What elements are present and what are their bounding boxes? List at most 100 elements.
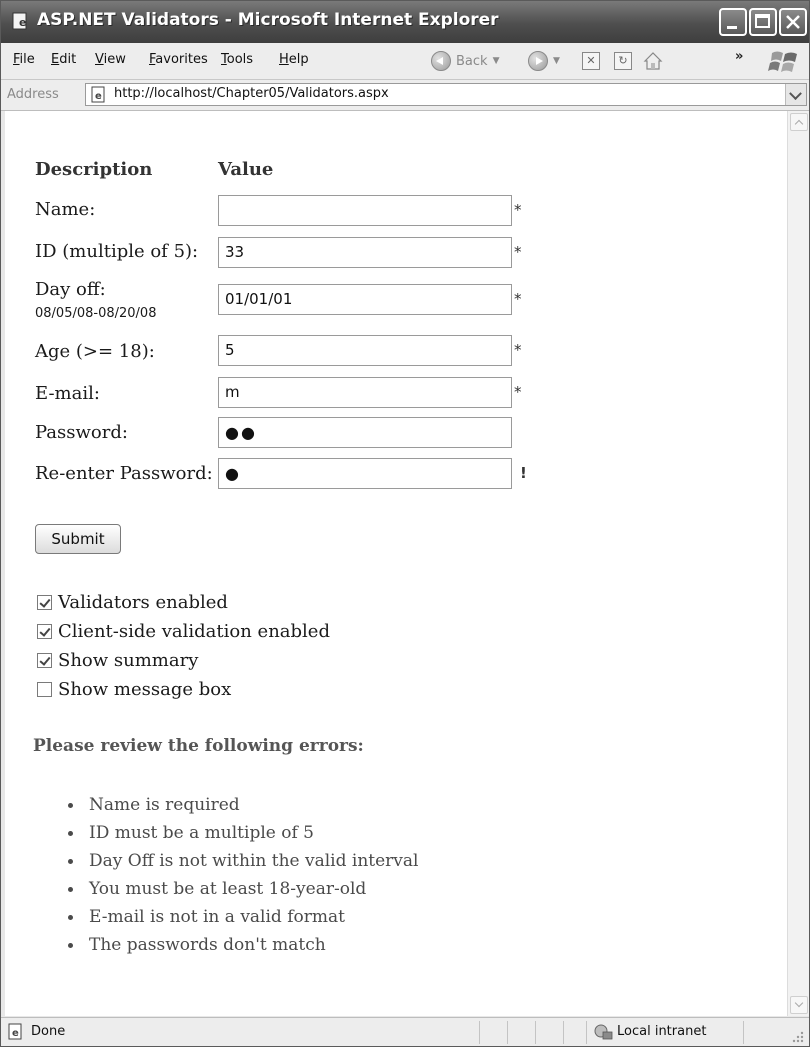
option-label: Show message box — [58, 679, 232, 700]
resize-grip-icon[interactable] — [791, 1030, 805, 1044]
option-client-side-validation[interactable]: Client-side validation enabled — [37, 621, 330, 642]
menu-view[interactable]: View — [95, 52, 126, 67]
option-validators-enabled[interactable]: Validators enabled — [37, 592, 228, 613]
maximize-button[interactable] — [749, 8, 777, 36]
error-item: Day Off is not within the valid interval — [65, 849, 418, 877]
ie-page-icon: e — [91, 86, 105, 103]
option-label: Validators enabled — [58, 592, 228, 613]
address-input[interactable]: e http://localhost/Chapter05/Validators.… — [85, 83, 807, 106]
home-icon[interactable] — [642, 50, 664, 72]
reenter-password-label: Re-enter Password: — [35, 463, 213, 484]
password-input[interactable]: ●● — [218, 417, 512, 448]
dayoff-validator: * — [514, 290, 522, 308]
checkbox-show-message-box[interactable] — [37, 682, 52, 697]
title-bar: e ASP.NET Validators - Microsoft Interne… — [1, 1, 809, 43]
window-title: ASP.NET Validators - Microsoft Internet … — [37, 10, 499, 30]
security-zone: Local intranet — [617, 1024, 707, 1039]
password-label: Password: — [35, 422, 128, 443]
page-content: Description Value Name: * ID (multiple o… — [5, 111, 787, 1016]
address-bar: Address e http://localhost/Chapter05/Val… — [1, 80, 809, 111]
option-label: Show summary — [58, 650, 199, 671]
local-intranet-icon — [594, 1024, 613, 1040]
id-input[interactable]: 33 — [218, 237, 512, 268]
dayoff-input[interactable]: 01/01/01 — [218, 284, 512, 315]
back-button[interactable]: Back ▼ — [431, 48, 499, 74]
validation-summary-title: Please review the following errors: — [33, 736, 364, 756]
scroll-up-icon[interactable] — [790, 113, 808, 131]
status-bar: e Done Local intranet — [1, 1017, 809, 1046]
dayoff-range: 08/05/08-08/20/08 — [35, 306, 157, 321]
scroll-down-icon[interactable] — [790, 996, 808, 1014]
vertical-scrollbar[interactable] — [787, 111, 809, 1016]
address-label: Address — [7, 87, 59, 102]
back-dropdown-icon[interactable]: ▼ — [493, 56, 500, 66]
email-label: E-mail: — [35, 383, 100, 404]
value-header: Value — [218, 159, 274, 180]
error-item: The passwords don't match — [65, 933, 418, 961]
svg-text:e: e — [12, 1028, 19, 1039]
age-input[interactable]: 5 — [218, 335, 512, 366]
page-done-icon: e — [8, 1023, 22, 1040]
browser-window: e ASP.NET Validators - Microsoft Interne… — [0, 0, 810, 1047]
forward-arrow-icon — [528, 51, 548, 71]
checkbox-client-side-validation[interactable] — [37, 624, 52, 639]
refresh-button[interactable]: ↻ — [614, 52, 632, 70]
option-label: Client-side validation enabled — [58, 621, 330, 642]
svg-text:e: e — [95, 91, 102, 102]
menu-help[interactable]: Help — [279, 52, 309, 67]
forward-button[interactable]: ▼ — [528, 48, 560, 74]
password-compare-validator: ! — [520, 464, 527, 482]
age-label: Age (>= 18): — [35, 341, 155, 362]
description-header: Description — [35, 159, 153, 180]
status-divider — [535, 1021, 536, 1044]
menu-favorites[interactable]: Favorites — [149, 52, 208, 67]
error-item: ID must be a multiple of 5 — [65, 821, 418, 849]
status-divider — [479, 1021, 480, 1044]
id-validator: * — [514, 243, 522, 261]
windows-logo-icon — [768, 51, 797, 72]
status-divider — [563, 1021, 564, 1044]
svg-text:e: e — [19, 16, 26, 29]
toolbar-overflow-icon[interactable]: » — [735, 49, 743, 64]
status-text: Done — [31, 1024, 66, 1039]
checkbox-validators-enabled[interactable] — [37, 595, 52, 610]
ie-page-icon: e — [12, 12, 27, 30]
option-show-message-box[interactable]: Show message box — [37, 679, 231, 700]
menu-file[interactable]: File — [13, 52, 35, 67]
address-url: http://localhost/Chapter05/Validators.as… — [114, 86, 389, 101]
minimize-icon — [727, 26, 737, 29]
checkbox-show-summary[interactable] — [37, 653, 52, 668]
close-button[interactable] — [779, 8, 807, 36]
back-arrow-icon — [431, 51, 451, 71]
back-label: Back — [456, 53, 488, 69]
submit-button[interactable]: Submit — [35, 524, 121, 554]
error-item: E-mail is not in a valid format — [65, 905, 418, 933]
refresh-icon: ↻ — [618, 54, 628, 67]
reenter-password-input[interactable]: ● — [218, 458, 512, 489]
menu-edit[interactable]: Edit — [51, 52, 76, 67]
error-item: You must be at least 18-year-old — [65, 877, 418, 905]
age-validator: * — [514, 341, 522, 359]
status-divider — [743, 1021, 744, 1044]
name-validator: * — [514, 201, 522, 219]
dayoff-label: Day off: — [35, 279, 106, 300]
option-show-summary[interactable]: Show summary — [37, 650, 198, 671]
address-dropdown-icon[interactable] — [785, 84, 806, 105]
status-divider — [586, 1021, 587, 1044]
status-divider — [507, 1021, 508, 1044]
name-input[interactable] — [218, 195, 512, 226]
name-label: Name: — [35, 199, 96, 220]
validation-summary-list: Name is required ID must be a multiple o… — [65, 793, 418, 961]
forward-dropdown-icon[interactable]: ▼ — [553, 56, 560, 66]
error-item: Name is required — [65, 793, 418, 821]
id-label: ID (multiple of 5): — [35, 241, 199, 262]
stop-button[interactable]: ✕ — [582, 52, 600, 70]
close-icon — [786, 15, 800, 29]
email-validator: * — [514, 383, 522, 401]
maximize-icon — [755, 14, 770, 28]
minimize-button[interactable] — [719, 8, 747, 36]
stop-icon: ✕ — [586, 54, 596, 67]
email-input[interactable]: m — [218, 377, 512, 408]
menu-bar: File Edit View Favorites Tools Help Back… — [1, 43, 809, 80]
menu-tools[interactable]: Tools — [221, 52, 253, 67]
